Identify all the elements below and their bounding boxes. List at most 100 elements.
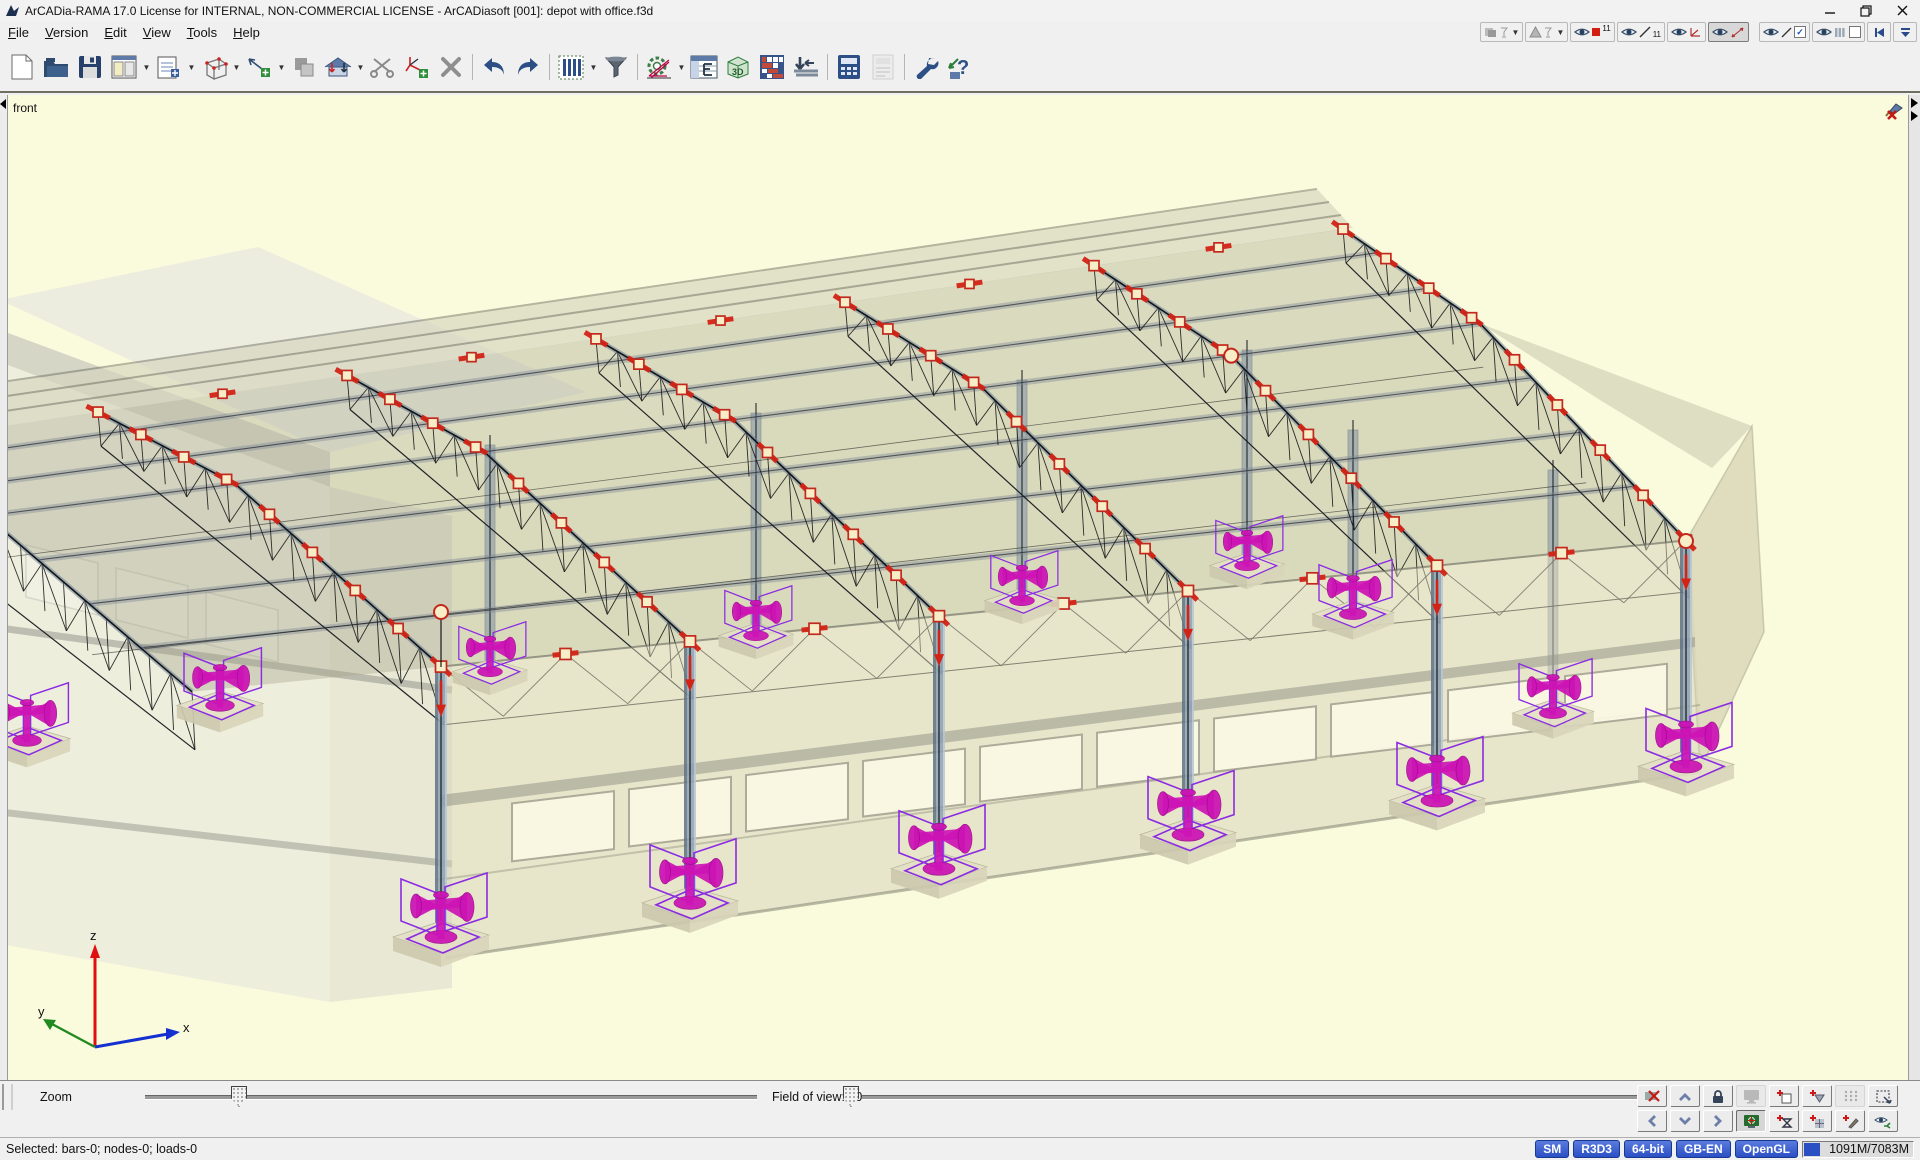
3d-frame-icon [201, 55, 228, 80]
view-orbit-button[interactable] [1868, 1110, 1898, 1132]
add-annotation-button[interactable] [1835, 1110, 1865, 1132]
draw-bar-button[interactable] [242, 49, 276, 85]
screen-capture-button [1736, 1085, 1766, 1107]
toggle-bar-visibility[interactable]: ✓ [1759, 22, 1810, 42]
checkbox-checked-icon: ✓ [1794, 26, 1806, 38]
restore-icon [1860, 5, 1872, 17]
toggle-section-visibility[interactable] [1812, 22, 1865, 42]
add-node-button[interactable] [1769, 1085, 1799, 1107]
delete-element-button[interactable] [434, 49, 468, 85]
close-view-button[interactable] [1882, 102, 1904, 127]
menu-version[interactable]: Version [37, 23, 96, 42]
status-badge-r3d3[interactable]: R3D3 [1573, 1140, 1620, 1158]
close-button[interactable] [1884, 0, 1920, 21]
section-properties-dropdown[interactable]: ▼ [588, 49, 599, 85]
menu-view[interactable]: View [135, 23, 179, 42]
glass-icon [1544, 27, 1552, 38]
minimize-button[interactable] [1812, 0, 1848, 21]
pan-up-button[interactable] [1670, 1085, 1700, 1107]
menu-file[interactable]: File [0, 23, 37, 42]
lock-view-button[interactable] [1703, 1085, 1733, 1107]
glass-icon [1500, 27, 1508, 38]
menu-tools[interactable]: Tools [179, 23, 225, 42]
eye-icon [1574, 27, 1590, 37]
delete-view-button[interactable] [1637, 1085, 1667, 1107]
results-tables-button[interactable] [687, 49, 721, 85]
render-mode-dropdown[interactable]: ▼ [1480, 22, 1524, 42]
splitter-arrow-icon [1911, 111, 1918, 121]
project-manager-button[interactable] [107, 49, 141, 85]
calculator-icon [837, 54, 861, 80]
status-badge-opengl[interactable]: OpenGL [1735, 1140, 1798, 1158]
camera-delete-icon [1643, 1089, 1661, 1103]
add-load-button[interactable] [1769, 1110, 1799, 1132]
undo-button[interactable] [477, 49, 511, 85]
restore-button[interactable] [1848, 0, 1884, 21]
report-icon [871, 54, 895, 80]
mosaic-results-button[interactable] [755, 49, 789, 85]
add-mesh-button[interactable] [1802, 1110, 1832, 1132]
divide-bar-button[interactable] [400, 49, 434, 85]
shading-mode-dropdown[interactable]: ▼ [1525, 22, 1568, 42]
open-project-button[interactable] [39, 49, 73, 85]
section-properties-button[interactable] [554, 49, 588, 85]
calculation-settings-dropdown[interactable]: ▼ [676, 49, 687, 85]
add-support-button[interactable] [1802, 1085, 1832, 1107]
menu-help[interactable]: Help [225, 23, 268, 42]
skip-to-start-button[interactable] [1867, 22, 1891, 42]
app-logo-icon [5, 4, 20, 18]
status-badge-64bit[interactable]: 64-bit [1624, 1140, 1672, 1158]
load-definition-button[interactable] [789, 49, 823, 85]
add-hourglass-icon [1776, 1114, 1793, 1129]
layers-icon [1484, 26, 1498, 38]
viewport-3d[interactable]: zxy front [0, 95, 1920, 1080]
redo-button[interactable] [511, 49, 545, 85]
viewport-right-splitter[interactable] [1908, 95, 1920, 1080]
zoom-slider-thumb[interactable] [231, 1086, 247, 1107]
toggle-dimensions[interactable] [1708, 22, 1749, 42]
3d-frame-button[interactable] [197, 49, 231, 85]
3d-frame-dropdown[interactable]: ▼ [231, 49, 242, 85]
new-document-button[interactable] [5, 49, 39, 85]
calculation-settings-button[interactable] [642, 49, 676, 85]
view-3d-button[interactable]: 3D [721, 49, 755, 85]
redo-icon [515, 56, 541, 78]
project-manager-dropdown[interactable]: ▼ [141, 49, 152, 85]
filter-selection-button[interactable] [599, 49, 633, 85]
scene-3d-model[interactable]: zxy [0, 95, 1920, 1080]
toggle-axes[interactable] [1667, 22, 1706, 42]
collapse-panel-button[interactable] [1893, 22, 1917, 42]
pan-left-button[interactable] [1637, 1110, 1667, 1132]
copy-elements-button[interactable] [287, 49, 321, 85]
pan-down-button[interactable] [1670, 1110, 1700, 1132]
fov-slider-track[interactable] [862, 1095, 1640, 1100]
menu-edit[interactable]: Edit [96, 23, 134, 42]
eye-icon [1671, 27, 1687, 37]
pan-right-button[interactable] [1703, 1110, 1733, 1132]
calculator-button[interactable] [832, 49, 866, 85]
status-badge-sm[interactable]: SM [1535, 1140, 1569, 1158]
structure-generator-button[interactable] [321, 49, 355, 85]
section-bars-icon [558, 55, 584, 80]
cut-bars-button[interactable] [366, 49, 400, 85]
toolbar-grip[interactable] [2, 1084, 13, 1110]
settings-wrench-button[interactable] [909, 49, 943, 85]
draw-bar-dropdown[interactable]: ▼ [276, 49, 287, 85]
context-help-button[interactable]: ? [943, 49, 977, 85]
divide-bar-icon [404, 55, 430, 79]
grid-snap-button [1835, 1085, 1865, 1107]
save-project-button[interactable] [73, 49, 107, 85]
toggle-node-numbers[interactable]: 11 [1570, 22, 1614, 42]
toggle-bar-numbers[interactable]: 11 [1617, 22, 1665, 42]
data-tables-dropdown[interactable]: ▼ [186, 49, 197, 85]
viewport-left-splitter[interactable] [0, 95, 8, 1080]
eye-icon [1712, 27, 1728, 37]
status-badge-lang[interactable]: GB-EN [1676, 1140, 1731, 1158]
data-tables-button[interactable] [152, 49, 186, 85]
structure-generator-dropdown[interactable]: ▼ [355, 49, 366, 85]
zoom-window-button[interactable] [1868, 1085, 1898, 1107]
filter-funnel-icon [604, 56, 628, 78]
monitor-target-icon [1743, 1114, 1760, 1129]
axis-icon [1689, 26, 1702, 38]
full-screen-view-button[interactable] [1736, 1110, 1766, 1132]
